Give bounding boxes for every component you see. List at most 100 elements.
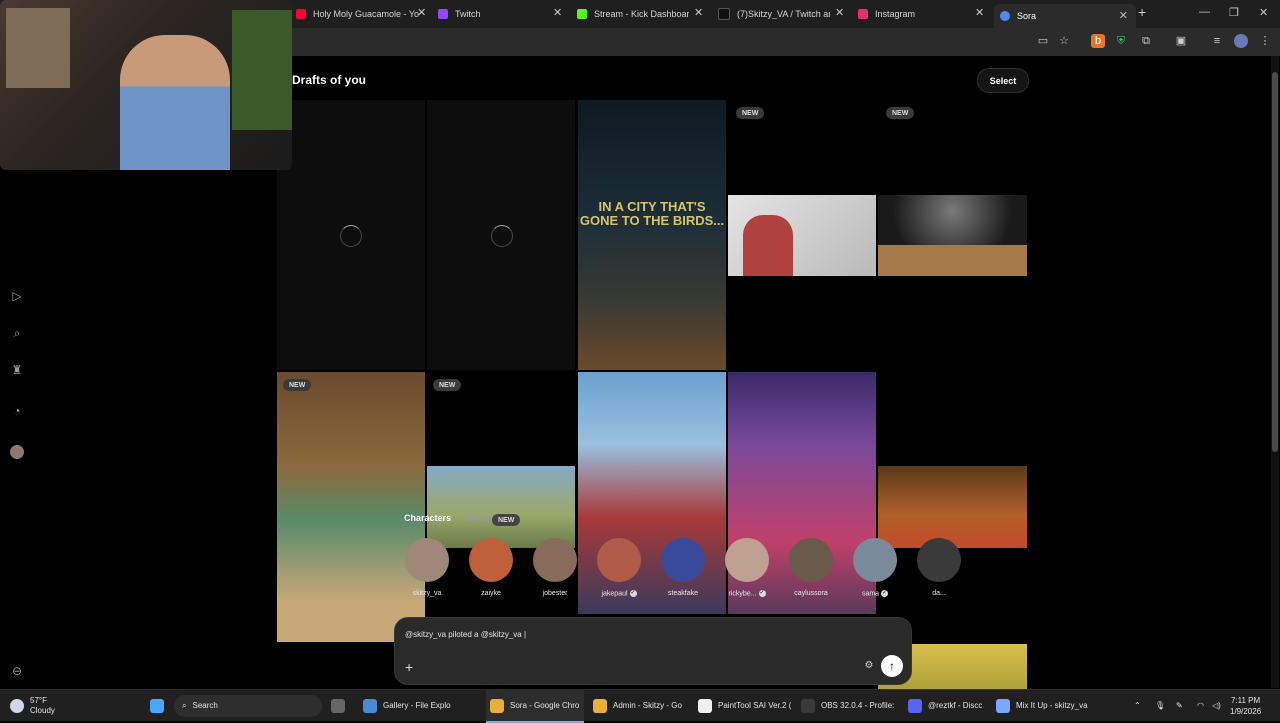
draft-tile[interactable]: NEW (277, 372, 425, 642)
character-name: jobester (542, 590, 568, 597)
draft-tile[interactable]: NEW (728, 100, 876, 276)
media-controls-icon[interactable]: ≡ (1210, 34, 1224, 48)
new-tab-button[interactable]: + (1138, 4, 1146, 20)
search-icon[interactable]: ⌕ (10, 326, 24, 340)
tab-instagram[interactable]: Instagram (858, 4, 968, 24)
taskbar-app[interactable]: Mix It Up - skitzy_va (992, 690, 1092, 721)
task-view-button[interactable] (331, 690, 351, 721)
character-item[interactable]: caylussora (785, 538, 837, 597)
settings-sliders-icon[interactable]: ⚙ (861, 658, 877, 674)
taskbar-app[interactable]: Gallery - File Explo (359, 690, 481, 721)
character-avatar (405, 538, 449, 582)
character-item[interactable]: zaiyke (465, 538, 517, 597)
taskbar-app[interactable]: @reztkf - Discc (904, 690, 988, 721)
extensions-puzzle-icon[interactable]: ⧉ (1139, 34, 1153, 48)
tab-sora[interactable]: Sora ✕ (994, 4, 1136, 28)
tab-characters[interactable]: Characters (404, 513, 451, 523)
shield-icon[interactable]: ⛨ (1114, 34, 1128, 48)
volume-icon[interactable]: ◁) (1212, 690, 1221, 721)
verified-check-icon: ✓ (629, 590, 637, 597)
twitch-icon (438, 9, 448, 19)
character-avatar (661, 538, 705, 582)
close-tab-icon[interactable]: ✕ (553, 6, 562, 19)
home-feed-icon[interactable]: ▷ (10, 289, 24, 303)
app-label: @reztkf - Discc (928, 701, 983, 710)
draft-tile-poster[interactable]: IN A CITY THAT'S GONE TO THE BIRDS... (578, 100, 726, 370)
tab-youtube[interactable]: Holy Moly Guacamole - Yo (296, 4, 430, 24)
close-tab-icon[interactable]: ✕ (975, 6, 984, 19)
app-icon (908, 698, 922, 713)
character-item[interactable]: rickybe... ✓ (721, 538, 773, 597)
draft-tile-loading[interactable] (427, 100, 575, 370)
new-badge: NEW (736, 107, 765, 119)
scrollbar-thumb[interactable] (1272, 72, 1278, 452)
maximize-button[interactable]: ❐ (1229, 6, 1239, 19)
start-button[interactable] (150, 690, 170, 721)
character-item[interactable]: jobester (529, 538, 581, 597)
page-scrollbar[interactable] (1271, 56, 1279, 688)
profile-avatar[interactable] (10, 445, 24, 459)
close-tab-icon[interactable]: ✕ (694, 6, 703, 19)
select-button[interactable]: Select (977, 68, 1029, 93)
youtube-icon (296, 9, 306, 19)
tab-kick[interactable]: Stream - Kick Dashboard (577, 4, 689, 24)
tab-styles[interactable]: Styles (464, 513, 491, 523)
microphone-icon[interactable]: 🎙 (1155, 690, 1165, 721)
character-name: jakepaul ✓ (601, 590, 637, 598)
character-item[interactable]: sama ✓ (849, 538, 901, 597)
wifi-icon[interactable]: ◠ (1197, 690, 1204, 721)
character-name: steakfake (668, 590, 698, 597)
notification-bell-icon[interactable]: ◔ (10, 404, 24, 418)
search-icon: ⌕ (182, 700, 187, 710)
app-label: PaintTool SAI Ver.2 ( (718, 701, 792, 710)
tab-tiktok[interactable]: (7)Skitzy_VA / Twitch and Y (718, 4, 830, 24)
draft-tile[interactable] (878, 466, 1027, 548)
trophy-icon[interactable]: ♜ (10, 363, 24, 377)
clock[interactable]: 7:11 PM 1/9/2026 (1230, 690, 1261, 721)
tab-twitch[interactable]: Twitch (438, 4, 558, 24)
wall-poster (6, 8, 70, 88)
prompt-input[interactable]: @skitzy_va piloted a @skitzy_va | (405, 630, 526, 639)
cast-icon[interactable]: ▭ (1036, 34, 1050, 48)
send-button[interactable]: ↑ (881, 655, 903, 677)
taskbar-app[interactable]: OBS 32.0.4 - Profile: (797, 690, 899, 721)
add-attachment-button[interactable]: + (405, 660, 419, 674)
loading-spinner-icon (340, 225, 362, 247)
taskbar-app[interactable]: PaintTool SAI Ver.2 ( (694, 690, 794, 721)
taskbar-search[interactable]: ⌕ Search (174, 690, 322, 721)
close-window-button[interactable]: ✕ (1259, 6, 1268, 19)
character-item[interactable]: jakepaul ✓ (593, 538, 645, 597)
sidebar-icon[interactable]: ▣ (1174, 34, 1188, 48)
close-tab-icon[interactable]: ✕ (835, 6, 844, 19)
taskbar-app[interactable]: Admin - Skitzy - Go (589, 690, 689, 721)
webcam-overlay (0, 0, 292, 170)
draft-tile[interactable]: NEW (878, 100, 1027, 276)
character-item[interactable]: steakfake (657, 538, 709, 597)
character-avatar (917, 538, 961, 582)
weather-temp: 57°F (30, 695, 47, 705)
app-icon (996, 698, 1010, 713)
clock-date: 1/9/2026 (1230, 706, 1262, 716)
kick-icon (577, 9, 587, 19)
weather-widget[interactable]: 57°F Cloudy (10, 690, 55, 721)
character-avatar (533, 538, 577, 582)
verified-check-icon: ✓ (758, 590, 766, 597)
character-item[interactable]: skitzy_va (401, 538, 453, 597)
menu-kebab-icon[interactable]: ⋮ (1258, 34, 1272, 48)
settings-icon[interactable]: ⊖ (10, 664, 24, 678)
poster-caption: IN A CITY THAT'S GONE TO THE BIRDS... (579, 199, 725, 228)
pen-icon[interactable]: ✎ (1176, 690, 1183, 721)
app-label: OBS 32.0.4 - Profile: (821, 701, 895, 710)
prompt-box[interactable]: @skitzy_va piloted a @skitzy_va | + ⚙ ↑ (394, 617, 912, 685)
draft-tile-loading[interactable] (277, 100, 425, 370)
bookmark-star-icon[interactable]: ☆ (1057, 34, 1071, 48)
tray-chevron-icon[interactable]: ⌃ (1134, 690, 1141, 721)
app-label: Mix It Up - skitzy_va (1016, 701, 1088, 710)
taskbar-app[interactable]: Sora - Google Chro (486, 690, 584, 723)
close-tab-icon[interactable]: ✕ (1119, 9, 1128, 22)
character-item[interactable]: da... (913, 538, 965, 597)
extension-icon[interactable]: b (1091, 34, 1105, 48)
profile-avatar-icon[interactable] (1234, 34, 1248, 48)
close-tab-icon[interactable]: ✕ (417, 6, 426, 19)
minimize-button[interactable]: — (1199, 6, 1210, 18)
